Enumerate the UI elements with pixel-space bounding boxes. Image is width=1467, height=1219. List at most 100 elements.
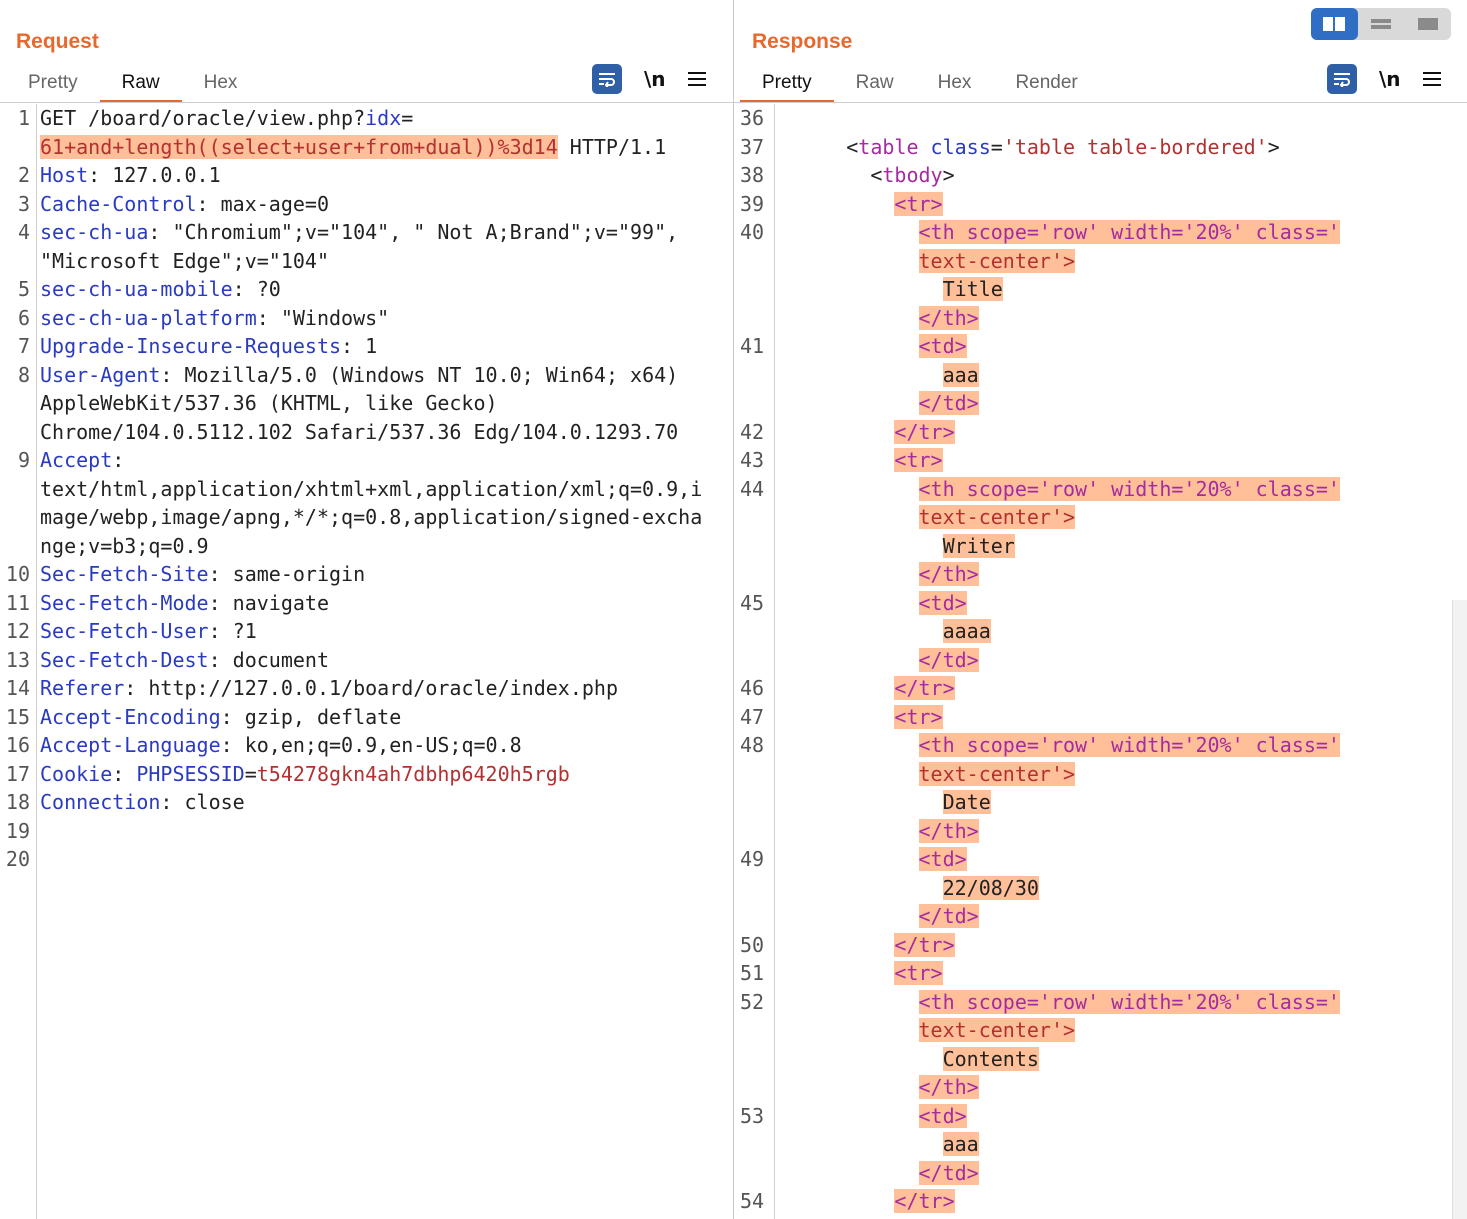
code-line: 11 Sec-Fetch-Mode: navigate [0,589,733,618]
split-view-icon[interactable] [1311,8,1358,40]
code-token: <td> [918,590,967,615]
code-line: text-center'> [734,503,1467,532]
code-token: Writer [942,533,1015,558]
code-line: nge;v=b3;q=0.9 [0,532,733,561]
line-text: text-center'> [774,247,1076,276]
line-number [734,646,774,675]
menu-icon[interactable] [687,72,706,86]
line-number: 3 [17,191,30,216]
tab-raw[interactable]: Raw [834,70,916,100]
code-token: </td> [918,647,979,672]
tab-pretty[interactable]: Pretty [6,70,100,100]
line-number: 43 [740,448,765,472]
code-token: sec-ch-ua-platform [40,305,257,330]
code-token: </tr> [894,676,955,700]
tab-raw[interactable]: Raw [99,70,182,103]
line-text: </tr> [774,1187,955,1216]
line-number: 46 [740,676,765,700]
layout-switch [1311,8,1451,40]
code-line: 12 Sec-Fetch-User: ?1 [0,617,733,646]
line-number [734,1073,774,1102]
code-token: <th scope='row' width='20%' class=' [918,220,1340,244]
code-token: </td> [918,1160,979,1185]
line-number: 10 [5,562,30,586]
line-number: 42 [740,419,765,444]
tab-hex[interactable]: Hex [182,70,260,100]
line-text: <tr> [774,959,943,988]
horizontal-split-icon[interactable] [1358,8,1405,40]
response-editor[interactable]: 36 37 <table class='table table-bordered'… [734,104,1467,1219]
line-text: Date [774,788,991,817]
line-text: Contents [774,1045,1039,1074]
line-number [734,361,774,390]
wrap-text-icon[interactable] [592,64,622,94]
code-token: class [918,134,991,159]
line-number [734,1159,774,1188]
line-number: 11 [5,590,30,615]
line-number: 12 [5,619,30,643]
code-token: Chrome/104.0.5112.102 Safari/537.36 Edg/… [40,419,679,444]
wrap-text-icon[interactable] [1327,64,1357,94]
code-line: 8 User-Agent: Mozilla/5.0 (Windows NT 10.… [0,361,733,390]
line-number: 13 [5,647,30,672]
code-line: Title [734,275,1467,304]
line-text: aaa [774,361,979,390]
code-line: 13 Sec-Fetch-Dest: document [0,646,733,675]
line-number [734,1130,774,1159]
tab-hex[interactable]: Hex [916,70,994,100]
request-toolbar: \n [592,64,706,94]
code-token: text-center'> [918,248,1076,273]
line-text: </td> [774,902,979,931]
newline-icon[interactable]: \n [644,67,666,91]
line-number [0,247,40,276]
request-editor[interactable]: 1 GET /board/oracle/view.php?idx= 61+and+l… [0,104,733,1219]
code-token: GET /board/oracle/view.php? [40,106,366,130]
vertical-scrollbar[interactable] [1452,600,1467,1219]
code-token: <td> [918,334,967,358]
line-number: 54 [740,1189,765,1213]
tab-render[interactable]: Render [993,70,1099,100]
code-token: : 1 [341,334,378,358]
line-number [734,1016,774,1045]
single-view-icon[interactable] [1404,8,1451,40]
line-number: 41 [740,334,765,358]
code-token: <th scope='row' width='20%' class=' [918,476,1340,501]
line-text: Title [774,275,1003,304]
tab-pretty[interactable]: Pretty [740,70,834,103]
line-number [734,617,774,646]
code-line: 44 <th scope='row' width='20%' class=' [734,475,1467,504]
code-line: 46 </tr> [734,674,1467,703]
code-line: 43 <tr> [734,446,1467,475]
line-text: Sec-Fetch-Dest: document [40,646,329,675]
line-text: sec-ch-ua-platform: "Windows" [40,304,389,333]
menu-icon[interactable] [1422,72,1441,86]
newline-icon[interactable]: \n [1379,67,1401,91]
code-token: 'table table-bordered' [1002,134,1268,159]
code-token: </tr> [894,932,955,957]
code-token: <td> [918,847,967,871]
code-token: Upgrade-Insecure-Requests [40,334,342,358]
code-line: 52 <th scope='row' width='20%' class=' [734,988,1467,1017]
line-number [0,389,40,418]
line-text: Sec-Fetch-User: ?1 [40,617,257,646]
code-token: : ?1 [208,619,257,643]
line-number: 39 [740,191,765,216]
line-number: 45 [740,590,765,615]
line-text: </td> [774,646,979,675]
code-token: = [244,761,257,786]
code-token: text-center'> [918,1018,1076,1042]
line-text: 22/08/30 [774,874,1039,903]
code-line: 50 </tr> [734,931,1467,960]
code-token: Accept-Language [40,733,221,757]
code-line: </th> [734,560,1467,589]
code-token: aaa [942,362,979,387]
code-token: tbody [882,163,943,187]
line-number: 7 [17,334,30,358]
